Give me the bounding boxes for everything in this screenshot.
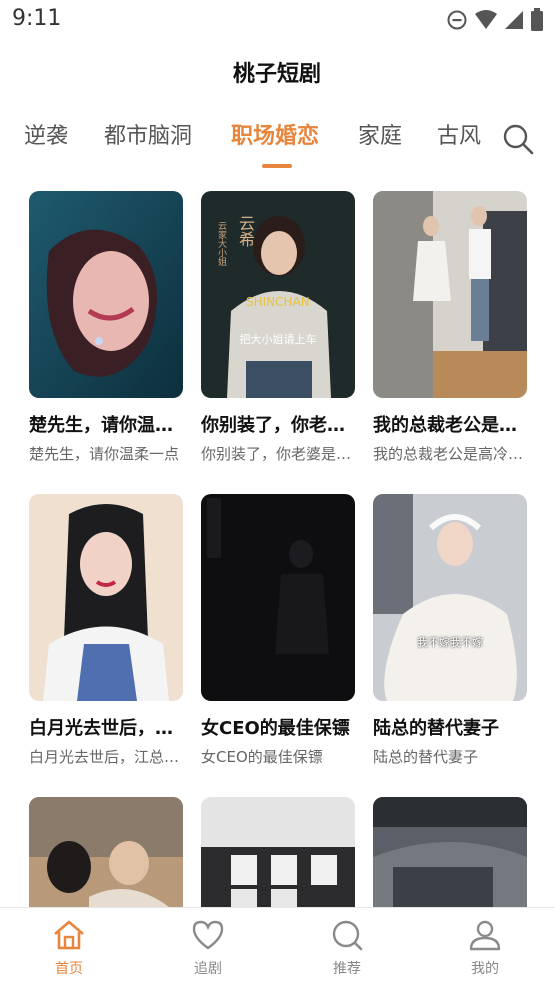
- drama-subtitle: 白月光去世后，江总后悔了: [29, 748, 183, 766]
- nav-following[interactable]: 追剧: [163, 908, 253, 985]
- drama-subtitle: 我的总裁老公是高冷男神: [373, 445, 527, 463]
- nav-label: 推荐: [333, 961, 361, 977]
- drama-title: 你别装了，你老婆是大小姐: [201, 415, 355, 436]
- bottom-navigation: 首页 追剧 推荐 我的: [0, 907, 554, 985]
- nav-home[interactable]: 首页: [24, 908, 114, 985]
- drama-poster: [373, 191, 527, 398]
- search-button[interactable]: [501, 122, 535, 156]
- status-time: 9:11: [12, 6, 62, 31]
- wifi-icon: [474, 9, 498, 31]
- nav-recommend[interactable]: 推荐: [302, 908, 392, 985]
- drama-title: 我的总裁老公是高冷男神: [373, 415, 527, 436]
- do-not-disturb-icon: [446, 9, 468, 31]
- search-icon: [501, 124, 535, 160]
- drama-poster: [29, 494, 183, 701]
- page-title: 桃子短剧: [232, 62, 321, 87]
- video-caption: 我不嫁我不嫁: [417, 636, 483, 649]
- drama-poster: SHINCHAN 云希 云家大小姐 把大小姐请上车: [201, 191, 355, 398]
- drama-poster: [201, 494, 355, 701]
- drama-subtitle: 楚先生，请你温柔一点: [29, 445, 180, 463]
- drama-title: 女CEO的最佳保镖: [201, 718, 350, 739]
- drama-subtitle: 陆总的替代妻子: [373, 748, 479, 766]
- status-bar: 9:11: [0, 0, 554, 38]
- tab-dushi-naodong[interactable]: 都市脑洞: [104, 118, 192, 150]
- signal-icon: [504, 9, 524, 31]
- nav-label: 追剧: [194, 961, 222, 977]
- category-tabs: 逆袭 都市脑洞 职场婚恋 家庭 古风: [0, 118, 554, 170]
- drama-title: 陆总的替代妻子: [373, 718, 499, 739]
- video-caption: 把大小姐请上车: [239, 333, 317, 346]
- poster-title: 云希: [236, 215, 255, 247]
- active-tab-indicator: [262, 164, 292, 168]
- drama-poster: [29, 191, 183, 398]
- nav-label: 首页: [55, 961, 83, 977]
- tab-jiating[interactable]: 家庭: [358, 118, 402, 150]
- drama-subtitle: 你别装了，你老婆是大小姐: [201, 445, 355, 463]
- drama-subtitle: 女CEO的最佳保镖: [201, 748, 323, 766]
- svg-text:SHINCHAN: SHINCHAN: [246, 295, 310, 309]
- tab-gufeng[interactable]: 古风: [437, 118, 481, 150]
- drama-poster: 我不嫁我不嫁: [373, 494, 527, 701]
- nav-profile[interactable]: 我的: [440, 908, 530, 985]
- poster-subtitle: 云家大小姐: [216, 221, 226, 266]
- status-icons: [446, 8, 544, 32]
- tab-zhichang-hunlian[interactable]: 职场婚恋: [231, 118, 319, 150]
- battery-icon: [530, 8, 544, 32]
- drama-title: 白月光去世后，江总后悔了: [29, 718, 183, 739]
- drama-title: 楚先生，请你温柔一点: [29, 415, 183, 436]
- tab-nixi[interactable]: 逆袭: [24, 118, 68, 150]
- nav-label: 我的: [471, 961, 499, 977]
